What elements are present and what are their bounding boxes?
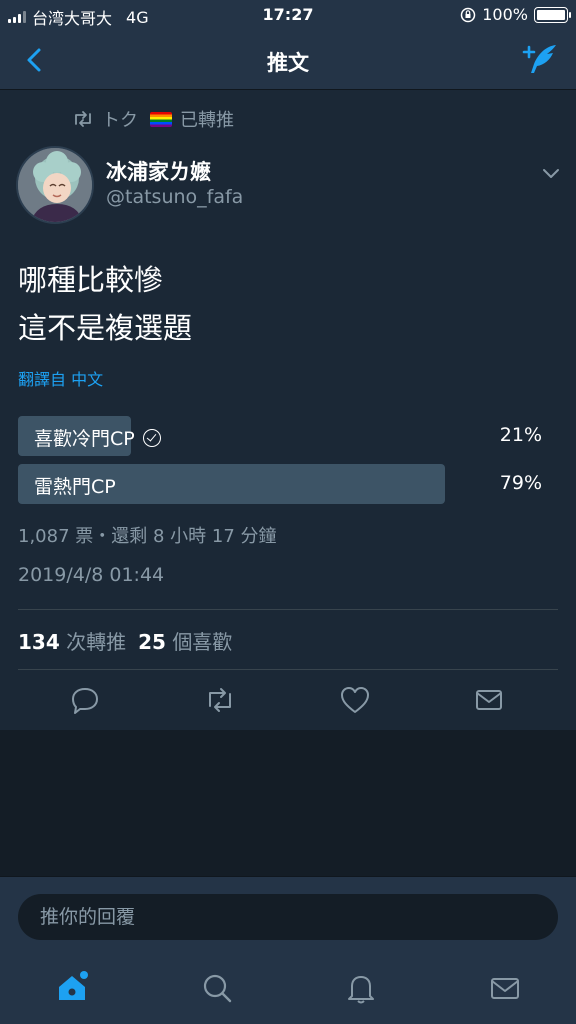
tweet-timestamp: 2019/4/8 01:44 — [18, 564, 165, 586]
retweets-stat[interactable]: 134 次轉推 — [18, 626, 126, 655]
search-icon[interactable] — [199, 970, 235, 1006]
orientation-lock-icon — [461, 7, 476, 22]
retweets-count: 134 — [18, 630, 60, 654]
divider — [18, 669, 558, 670]
author-handle[interactable]: @tatsuno_fafa — [106, 186, 243, 208]
poll-option[interactable]: 喜歡冷門CP 21% — [18, 416, 558, 456]
nav-bar: 推文 — [0, 30, 576, 90]
reply-bar: 推你的回覆 — [0, 876, 576, 956]
likes-stat[interactable]: 25 個喜歡 — [138, 626, 232, 655]
avatar-illustration — [18, 148, 92, 222]
like-heart-icon[interactable] — [337, 682, 373, 718]
retweet-icon[interactable] — [202, 682, 238, 718]
retweet-icon — [75, 111, 91, 127]
retweeted-label: 已轉推 — [180, 110, 234, 131]
direct-message-icon[interactable] — [471, 682, 507, 718]
poll-option[interactable]: 雷熱門CP 79% — [18, 464, 558, 504]
poll-option-label: 喜歡冷門CP — [34, 428, 135, 450]
home-icon[interactable] — [54, 970, 90, 1006]
tweet-text: 哪種比較慘 這不是複選題 — [18, 256, 192, 352]
messages-icon[interactable] — [487, 970, 523, 1006]
battery-percent: 100% — [482, 5, 528, 24]
likes-count: 25 — [138, 630, 166, 654]
reply-input[interactable]: 推你的回覆 — [18, 894, 558, 940]
tweet-text-line: 這不是複選題 — [18, 311, 193, 345]
likes-label: 個喜歡 — [172, 630, 233, 654]
chevron-down-icon[interactable] — [540, 162, 562, 184]
tweet-stats: 134 次轉推 25 個喜歡 — [18, 626, 232, 655]
tweet-text-line: 哪種比較慘 — [18, 263, 164, 297]
status-bar: 台湾大哥大 4G 17:27 100% — [0, 0, 576, 30]
retweeter-name: トク — [102, 110, 138, 131]
author-name[interactable]: 冰浦家ㄌ嬷 — [106, 156, 211, 186]
retweets-label: 次轉推 — [66, 630, 127, 654]
poll-option-label: 雷熱門CP — [34, 476, 116, 498]
poll-option-percent: 21% — [499, 424, 542, 446]
rainbow-flag-icon — [150, 111, 172, 127]
check-circle-icon — [142, 428, 161, 447]
divider — [18, 609, 558, 610]
translate-link[interactable]: 翻譯自 中文 — [18, 366, 103, 390]
retweet-context[interactable]: トク 已轉推 — [72, 106, 234, 132]
battery-icon — [534, 6, 571, 23]
reply-icon[interactable] — [67, 682, 103, 718]
tab-bar — [0, 956, 576, 1024]
tweet-card: トク 已轉推 冰浦家ㄌ嬷 @tatsuno_fafa 哪種比較慘 這不是複選題 … — [0, 90, 576, 730]
avatar[interactable] — [16, 146, 94, 224]
page-title: 推文 — [267, 51, 309, 75]
compose-feather-icon[interactable] — [520, 40, 560, 80]
poll-option-percent: 79% — [499, 472, 542, 494]
poll-meta: 1,087 票・還剩 8 小時 17 分鐘 — [18, 526, 277, 547]
tweet-actions — [0, 682, 576, 726]
notifications-bell-icon[interactable] — [343, 970, 379, 1006]
system-indicators: 100% — [460, 5, 571, 24]
